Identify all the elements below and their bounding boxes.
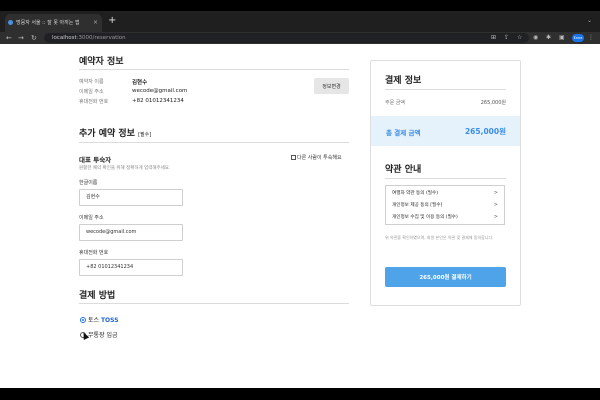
screen: 멍뭉자 서울 :: 잘 못 아끼는 앱 × + ⌄ ← → ↻ localhos… bbox=[0, 0, 600, 400]
order-amount-label: 주문 금액 bbox=[385, 100, 405, 106]
close-tab-icon[interactable]: × bbox=[93, 14, 98, 32]
payment-info-title: 결제 정보 bbox=[385, 76, 422, 86]
payment-method-title: 결제 방법 bbox=[79, 291, 116, 301]
chevron-right-icon[interactable]: > bbox=[494, 202, 498, 208]
bottom-bar bbox=[0, 388, 600, 400]
reserver-info-title: 예약자 정보 bbox=[79, 57, 124, 67]
favicon-icon bbox=[8, 20, 13, 25]
order-amount-value: 265,000원 bbox=[480, 100, 506, 106]
reload-icon[interactable]: ↻ bbox=[31, 32, 37, 44]
tab-search-icon[interactable]: ⌄ bbox=[587, 17, 592, 24]
divider bbox=[79, 303, 349, 304]
toss-brand-label: TOSS bbox=[100, 317, 119, 324]
radio-selected-icon[interactable] bbox=[80, 317, 86, 323]
divider bbox=[385, 89, 506, 90]
terms-list: 여행자 약관 동의 (필수) > 개인정보 제공 동의 [필수] > 개인정보 … bbox=[385, 185, 505, 225]
payment-option-toss[interactable]: 토스 TOSS bbox=[80, 315, 119, 324]
main-guest-title: 대표 투숙자 bbox=[79, 156, 112, 164]
bank-option-label: 무통장 입금 bbox=[88, 332, 118, 339]
extra-info-title-text: 추가 예약 정보 bbox=[79, 129, 135, 139]
main-guest-description: 원활한 예약 확인을 위해 정확하게 입력해주세요. bbox=[79, 166, 171, 171]
chevron-right-icon[interactable]: > bbox=[494, 214, 498, 220]
profile-avatar[interactable]: Enne bbox=[572, 34, 584, 42]
terms-notice: 위 약관을 확인하였으며, 회원 본인은 약관 및 결제에 동의합니다. bbox=[385, 235, 494, 240]
forward-icon[interactable]: → bbox=[18, 32, 24, 44]
term-item-traveler[interactable]: 여행자 약관 동의 (필수) bbox=[392, 190, 438, 196]
extensions-puzzle-icon[interactable]: ✱ bbox=[546, 32, 551, 44]
new-tab-button[interactable]: + bbox=[108, 15, 116, 27]
term-item-privacy-provide[interactable]: 개인정보 제공 동의 [필수] bbox=[392, 202, 442, 208]
tab-title: 멍뭉자 서울 :: 잘 못 아끼는 앱 bbox=[16, 20, 80, 26]
address-bar[interactable]: localhost:3000/reservation bbox=[44, 33, 529, 43]
url-host: localhost bbox=[52, 35, 77, 41]
divider bbox=[79, 69, 349, 70]
guest-phone-label: 휴대전화 번호 bbox=[79, 250, 109, 256]
guest-phone-input[interactable]: +82 01012341234 bbox=[79, 259, 183, 276]
other-guest-checkbox[interactable]: 다른 사람이 투숙해요 bbox=[291, 154, 342, 161]
chevron-right-icon[interactable]: > bbox=[494, 190, 498, 196]
required-tag: [필수] bbox=[138, 132, 152, 138]
total-amount-box: 총 결제 금액 265,000원 bbox=[371, 116, 520, 146]
total-amount-label: 총 결제 금액 bbox=[386, 129, 421, 137]
edit-info-button[interactable]: 정보변경 bbox=[314, 78, 349, 94]
payment-summary-panel: 결제 정보 주문 금액 265,000원 총 결제 금액 265,000원 약관… bbox=[370, 60, 521, 306]
total-amount-value: 265,000원 bbox=[464, 127, 506, 136]
reserver-email-value: wecode@gmail.com bbox=[132, 88, 188, 94]
other-guest-label: 다른 사람이 투숙해요 bbox=[297, 155, 342, 161]
bookmark-star-icon[interactable]: ☆ bbox=[517, 32, 522, 44]
back-icon[interactable]: ← bbox=[6, 32, 12, 44]
menu-kebab-icon[interactable]: ⋮ bbox=[588, 32, 594, 44]
page-content: 예약자 정보 예약자 이름 김현수 이메일 주소 wecode@gmail.co… bbox=[0, 44, 600, 388]
extension-color-icon[interactable]: ◉ bbox=[533, 32, 538, 44]
side-panel-icon[interactable]: ▣ bbox=[559, 32, 565, 44]
guest-name-input[interactable]: 김현수 bbox=[79, 189, 183, 206]
reserver-email-label: 이메일 주소 bbox=[79, 89, 104, 95]
reserver-name-value: 김현수 bbox=[132, 80, 148, 86]
toss-option-label: 토스 bbox=[88, 317, 100, 324]
extra-info-title: 추가 예약 정보 [필수] bbox=[79, 126, 151, 139]
terms-title: 약관 안내 bbox=[385, 165, 422, 175]
reserver-phone-value: +82 01012341234 bbox=[132, 98, 184, 104]
term-item-privacy-collect[interactable]: 개인정보 수집 및 이용 동의 (필수) bbox=[392, 214, 458, 220]
browser-toolbar: ← → ↻ localhost:3000/reservation ⊞ ⇪ ☆ ◉… bbox=[0, 32, 600, 44]
browser-tab[interactable]: 멍뭉자 서울 :: 잘 못 아끼는 앱 × bbox=[5, 14, 102, 32]
checkbox-box[interactable] bbox=[291, 155, 296, 160]
reserver-phone-label: 휴대전화 번호 bbox=[79, 99, 109, 105]
guest-email-input[interactable]: wecode@gmail.com bbox=[79, 224, 183, 241]
pay-button[interactable]: 265,000원 결제하기 bbox=[385, 267, 506, 287]
divider bbox=[385, 178, 506, 179]
guest-name-label: 한글이름 bbox=[79, 180, 98, 186]
divider bbox=[79, 142, 349, 143]
translate-icon[interactable]: ⊞ bbox=[491, 32, 496, 44]
url-path: :3000/reservation bbox=[76, 35, 126, 41]
share-icon[interactable]: ⇪ bbox=[504, 32, 509, 44]
browser-tab-bar: 멍뭉자 서울 :: 잘 못 아끼는 앱 × + ⌄ bbox=[0, 11, 600, 32]
reserver-name-label: 예약자 이름 bbox=[79, 79, 104, 85]
guest-email-label: 이메일 주소 bbox=[79, 215, 104, 221]
